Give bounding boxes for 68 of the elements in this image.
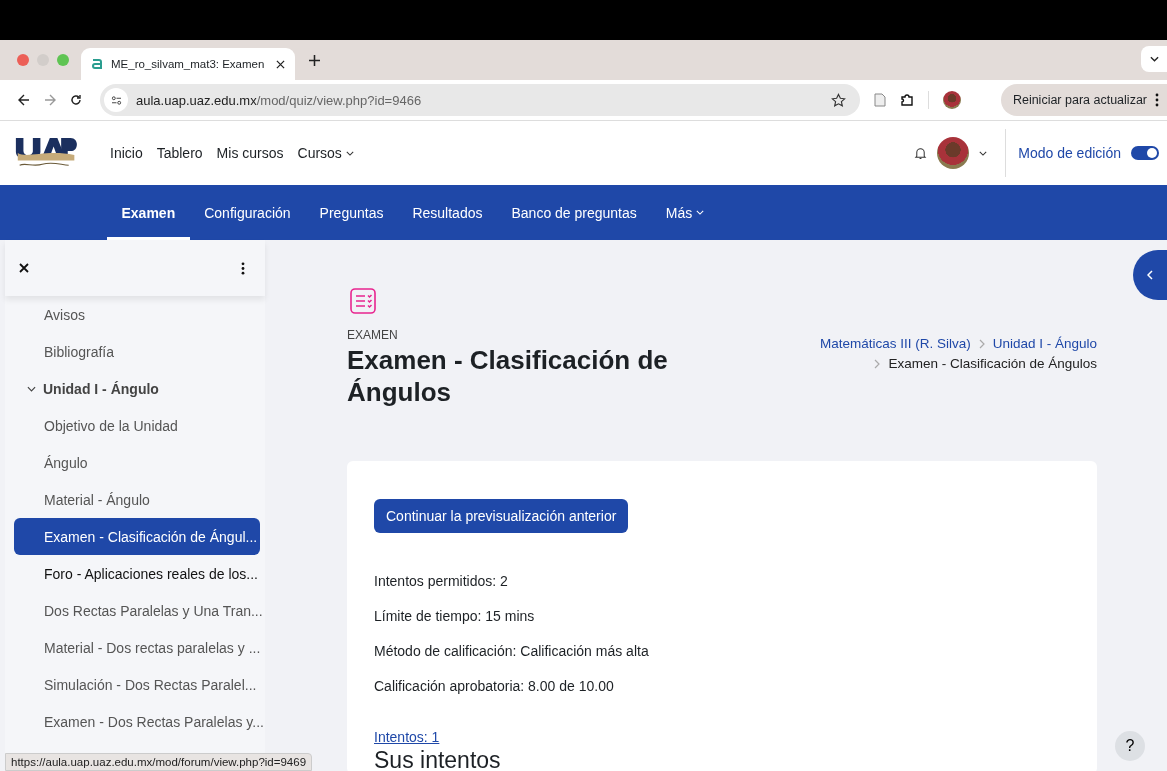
tab-search-button[interactable]: [1141, 46, 1167, 72]
update-button[interactable]: Reiniciar para actualizar: [1000, 84, 1167, 116]
chevron-down-icon: [696, 210, 705, 215]
notification-bell-icon[interactable]: [914, 146, 928, 160]
chevron-left-icon: [1147, 270, 1153, 280]
course-index-item[interactable]: Examen - Clasificación de Ángul...: [14, 518, 260, 555]
course-index-item[interactable]: Material - Ángulo: [14, 481, 260, 518]
course-index-item[interactable]: Dos Rectas Paralelas y Una Tran...: [14, 592, 260, 629]
tab-title: ME_ro_silvam_mat3: Examen: [111, 58, 266, 70]
attempts-link[interactable]: Intentos: 1: [374, 729, 440, 745]
breadcrumb-current: Examen - Clasificación de Ángulos: [888, 356, 1097, 371]
reload-icon[interactable]: [70, 94, 82, 106]
chevron-down-icon: [1149, 56, 1159, 62]
nav-link[interactable]: Tablero: [156, 145, 203, 161]
chevron-right-icon: [978, 338, 985, 349]
continue-preview-button[interactable]: Continuar la previsualización anterior: [374, 499, 629, 533]
nav-link[interactable]: Cursos: [297, 145, 354, 161]
url-text: aula.uap.uaz.edu.mx/mod/quiz/view.php?id=9466: [136, 92, 422, 108]
site-favicon-icon: [91, 58, 103, 70]
profile-avatar[interactable]: [943, 91, 961, 109]
user-avatar[interactable]: [937, 137, 970, 169]
activity-type-label: EXAMEN: [347, 328, 399, 342]
document-icon[interactable]: [874, 93, 886, 107]
help-button[interactable]: ?: [1115, 731, 1145, 761]
more-icon: [1155, 93, 1159, 107]
chevron-right-icon: [874, 358, 881, 369]
chevron-down-icon: [345, 150, 354, 156]
section-link[interactable]: Unidad I - Ángulo: [43, 380, 159, 397]
course-index-item[interactable]: Objetivo de la Unidad: [14, 407, 260, 444]
close-icon[interactable]: [19, 263, 29, 273]
course-index-item[interactable]: Material - Dos rectas paralelas y ...: [14, 629, 260, 666]
quiz-info-text: Método de calificación: Calificación más alta: [374, 642, 649, 661]
breadcrumb-link[interactable]: Matemáticas III (R. Silva): [819, 336, 971, 351]
nav-link[interactable]: Inicio: [110, 145, 143, 161]
course-index-item[interactable]: Avisos: [14, 296, 260, 333]
course-tab[interactable]: Más: [651, 185, 719, 240]
site-settings-icon[interactable]: [104, 88, 128, 112]
edit-mode-label: Modo de edición: [1018, 145, 1121, 161]
edit-mode-toggle[interactable]: [1131, 146, 1159, 160]
back-icon[interactable]: [18, 94, 30, 106]
puzzle-icon[interactable]: [900, 93, 914, 107]
status-url-tooltip: https://aula.uap.uaz.edu.mx/mod/forum/view.php?id=9469: [5, 753, 313, 771]
quiz-info-text: Calificación aprobatoria: 8.00 de 10.00: [374, 677, 615, 696]
quiz-info-text: Intentos permitidos: 2: [374, 572, 509, 591]
course-index-item[interactable]: Ángulo: [14, 444, 260, 481]
new-tab-icon[interactable]: [309, 55, 320, 66]
close-icon[interactable]: [276, 59, 285, 69]
quiz-icon: [350, 288, 376, 314]
course-index-item[interactable]: Bibliografía: [14, 333, 260, 370]
course-tab[interactable]: Configuración: [189, 185, 306, 240]
address-bar[interactable]: aula.uap.uaz.edu.mx/mod/quiz/view.php?id=9466: [100, 84, 860, 116]
more-icon[interactable]: [241, 261, 245, 275]
forward-icon[interactable]: [44, 94, 56, 106]
course-tab[interactable]: Banco de preguntas: [496, 185, 652, 240]
open-drawer-button[interactable]: [1133, 250, 1167, 300]
course-index-item[interactable]: Foro - Aplicaciones reales de los...: [14, 555, 260, 592]
page-title: Examen - Clasificación de Ángulos: [347, 344, 669, 408]
course-tab[interactable]: Resultados: [397, 185, 497, 240]
chevron-down-icon[interactable]: [979, 150, 988, 156]
star-icon[interactable]: [831, 92, 846, 108]
chevron-down-icon[interactable]: [27, 385, 36, 392]
course-index-item[interactable]: Simulación - Dos Rectas Paralel...: [14, 666, 260, 703]
quiz-info-text: Límite de tiempo: 15 mins: [374, 607, 536, 626]
nav-link[interactable]: Mis cursos: [216, 145, 284, 161]
breadcrumb-link[interactable]: Unidad I - Ángulo: [992, 336, 1097, 351]
section-heading: Sus intentos: [374, 747, 501, 771]
course-tab[interactable]: Preguntas: [305, 185, 398, 240]
browser-tab[interactable]: ME_ro_silvam_mat3: Examen: [81, 48, 295, 80]
